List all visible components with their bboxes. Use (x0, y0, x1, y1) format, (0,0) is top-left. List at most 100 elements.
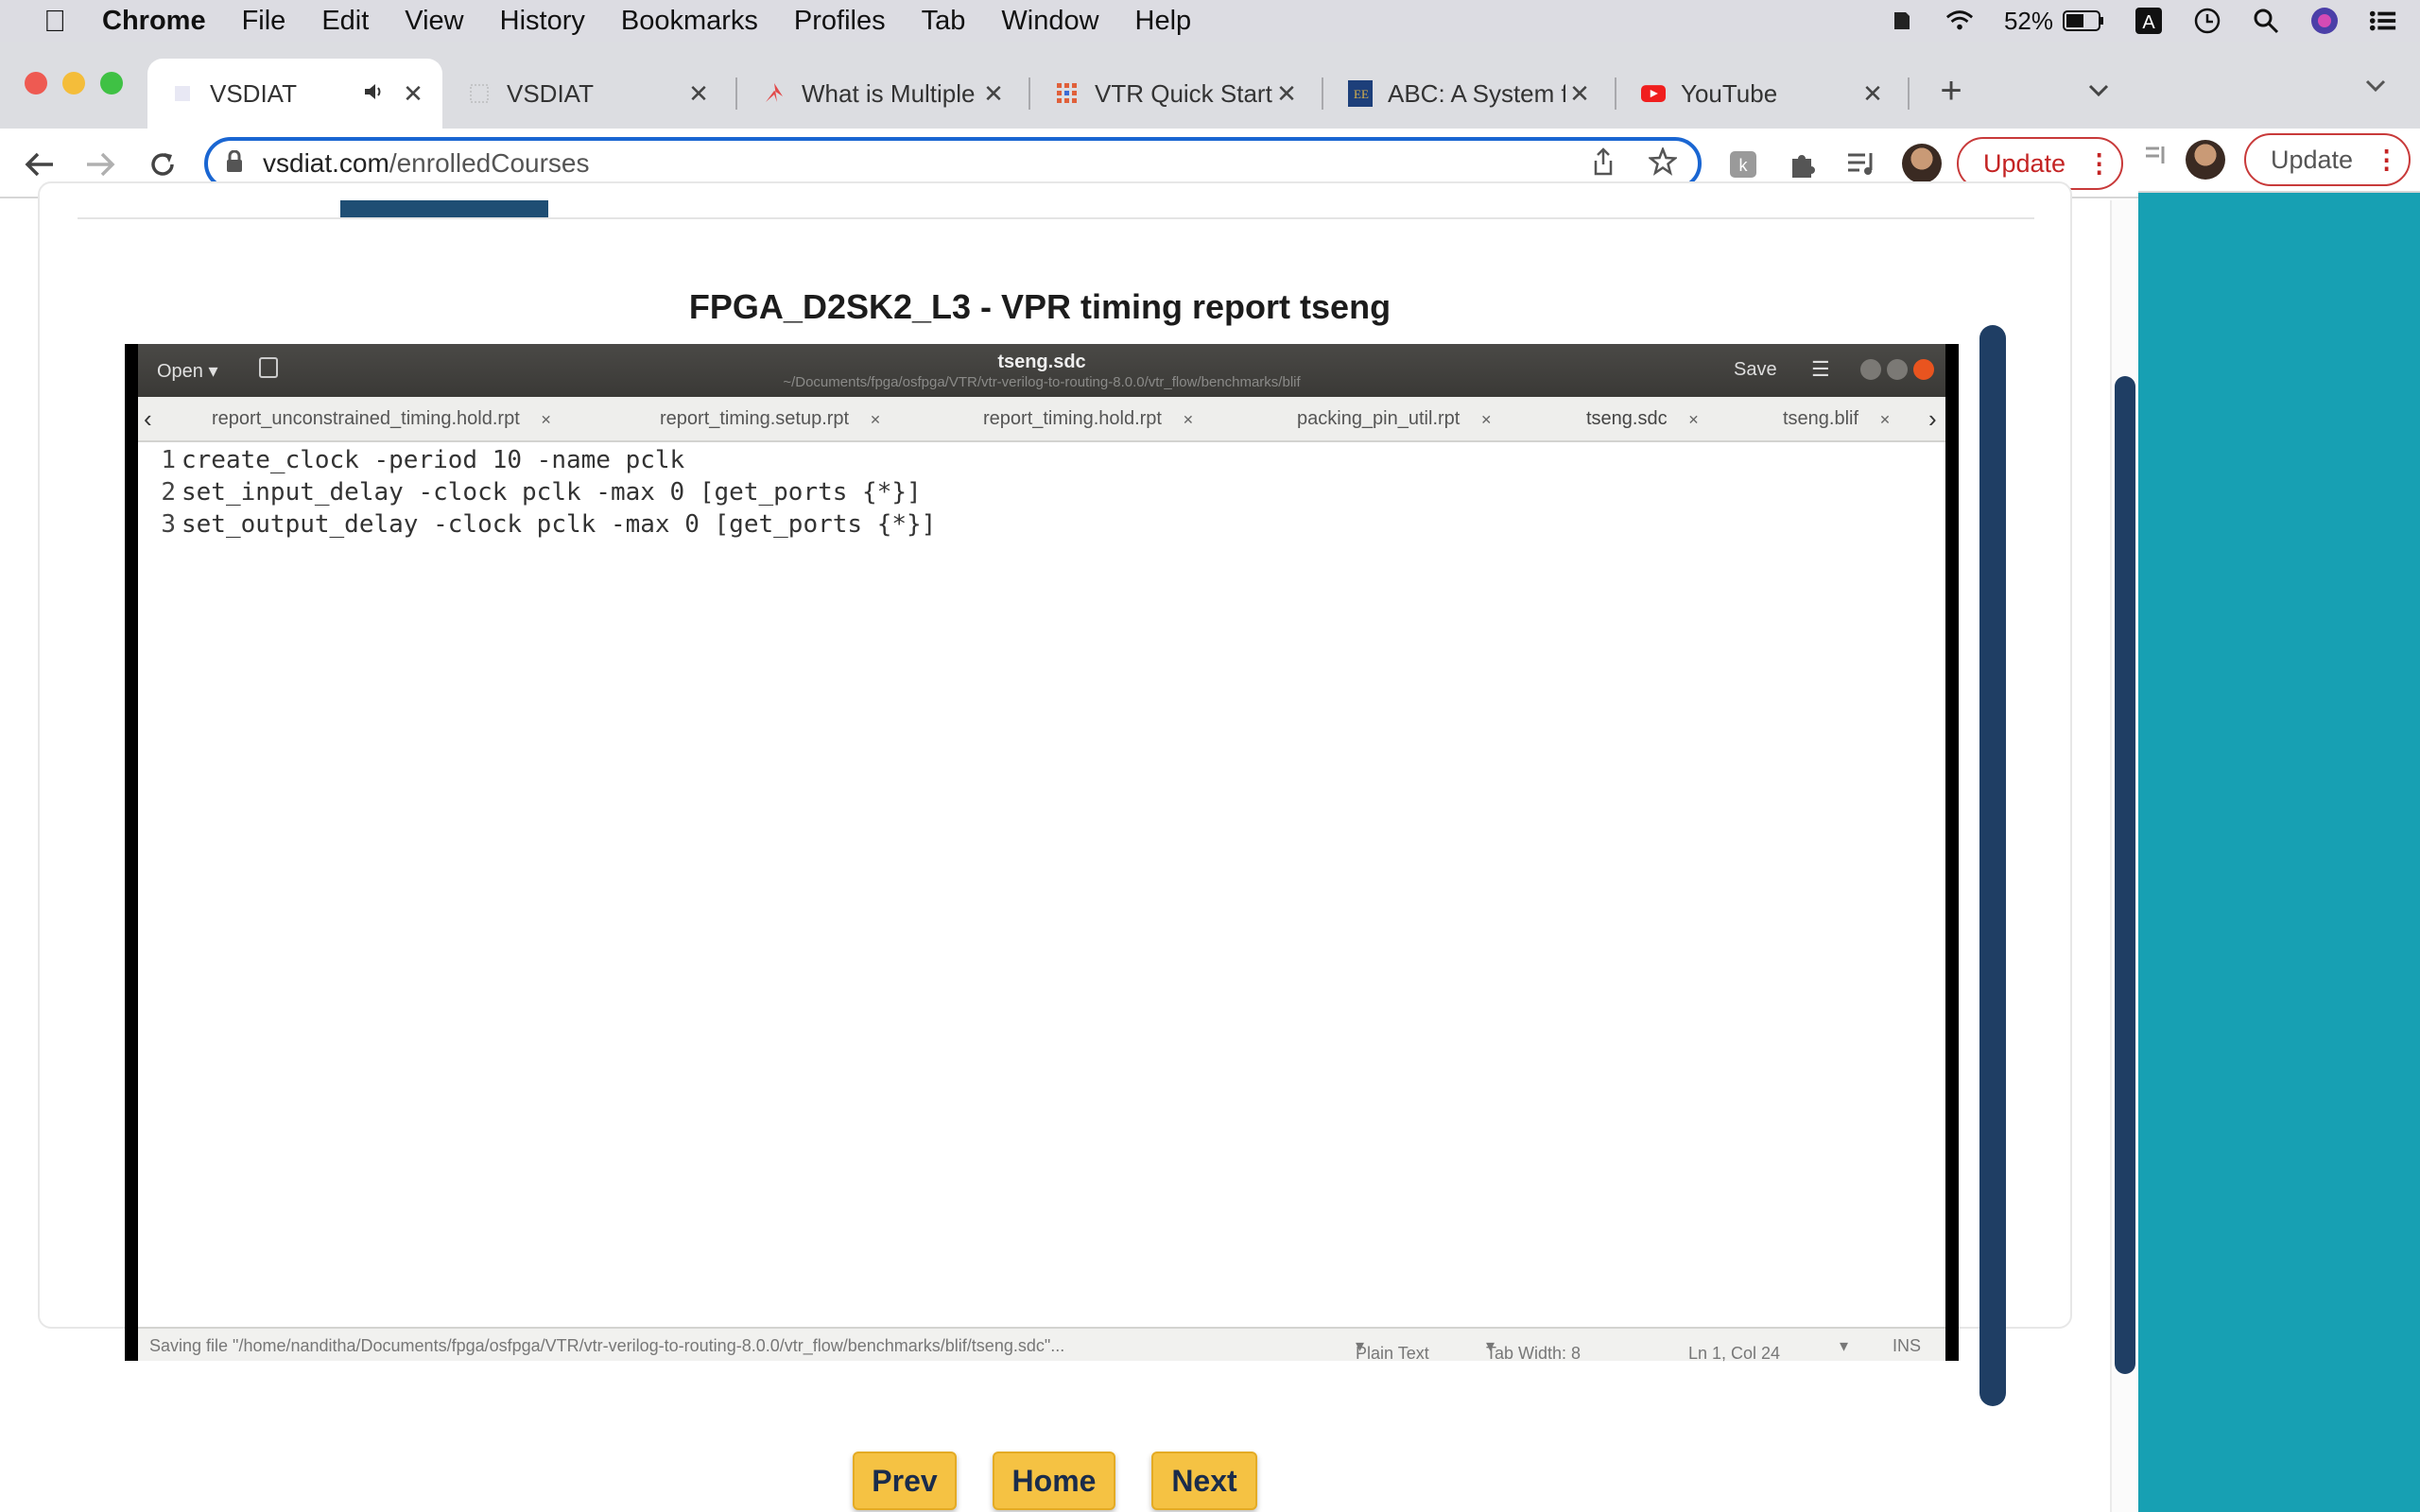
menu-file[interactable]: File (242, 6, 286, 37)
extensions-puzzle-icon[interactable] (1783, 146, 1821, 183)
menu-bookmarks[interactable]: Bookmarks (621, 6, 758, 37)
tab-separator (1908, 77, 1910, 110)
gedit-tab-label: report_timing.hold.rpt (983, 408, 1162, 429)
tab-close-icon[interactable]: ✕ (1858, 79, 1887, 109)
gedit-minimize-icon[interactable] (1860, 359, 1881, 380)
tab-close-icon[interactable]: ✕ (979, 79, 1008, 109)
input-source-icon[interactable]: A (2135, 7, 2163, 35)
window-zoom-button[interactable] (100, 72, 123, 94)
forward-arrow-icon[interactable] (81, 146, 119, 183)
menu-tab[interactable]: Tab (922, 6, 966, 37)
gedit-tab-close-icon[interactable]: ✕ (1183, 412, 1194, 427)
share-icon[interactable] (1592, 146, 1615, 180)
tab-vsdiat-active[interactable]: VSDIAT ✕ (147, 59, 442, 129)
gedit-save-button[interactable]: Save (1734, 359, 1777, 381)
back-arrow-icon[interactable] (21, 146, 59, 183)
macos-menu-bar:  Chrome File Edit View History Bookmark… (0, 0, 2420, 42)
tab-close-icon[interactable]: ✕ (684, 79, 713, 109)
reload-icon[interactable] (144, 146, 182, 183)
apple-menu-icon[interactable]:  (34, 4, 76, 39)
tab-abc-system[interactable]: EE ABC: A System f ✕ (1325, 59, 1609, 129)
gedit-tab-close-icon[interactable]: ✕ (1879, 412, 1891, 427)
gedit-maximize-icon[interactable] (1887, 359, 1908, 380)
gedit-tab-close-icon[interactable]: ✕ (870, 412, 881, 427)
home-button[interactable]: Home (993, 1452, 1115, 1510)
lock-icon[interactable] (225, 149, 244, 178)
menu-help[interactable]: Help (1135, 6, 1192, 37)
more-vertical-icon[interactable]: ⋮ (2086, 149, 2112, 179)
prev-button[interactable]: Prev (853, 1452, 957, 1510)
code-line: 1 create_clock -period 10 -name pclk (138, 446, 936, 478)
new-tab-plus-icon[interactable]: + (1932, 70, 1970, 112)
battery-icon[interactable] (2063, 7, 2104, 35)
line-number: 2 (161, 478, 176, 507)
control-center-icon[interactable] (2369, 7, 2397, 35)
gedit-tab[interactable]: packing_pin_util.rpt ✕ (1297, 408, 1492, 430)
menu-app-name[interactable]: Chrome (102, 6, 206, 37)
wifi-icon[interactable] (1945, 7, 1974, 35)
bookmark-star-icon[interactable] (1647, 146, 1679, 180)
window-minimize-button[interactable] (62, 72, 85, 94)
background-tab-search-chevron-icon[interactable] (2365, 79, 2386, 97)
gedit-tab-width-select[interactable]: Tab Width: 8 ▾ (1486, 1336, 1581, 1363)
tab-title: ABC: A System f (1388, 78, 1565, 108)
profile-avatar[interactable] (1902, 144, 1942, 183)
background-more-vertical-icon[interactable]: ⋮ (2374, 146, 2399, 175)
background-window-content (2138, 193, 2420, 1512)
gedit-tab-close-icon[interactable]: ✕ (1480, 412, 1492, 427)
tab-vsdiat-2[interactable]: VSDIAT ✕ (444, 59, 728, 129)
gedit-hamburger-menu-icon[interactable]: ☰ (1811, 357, 1830, 382)
line-text: set_input_delay -clock pclk -max 0 [get_… (182, 478, 922, 507)
tab-close-icon[interactable]: ✕ (1565, 79, 1594, 109)
gedit-position-dropdown-icon[interactable]: ▾ (1840, 1336, 1848, 1356)
gedit-tab-label: tseng.sdc (1586, 408, 1668, 429)
audio-playing-icon[interactable] (363, 79, 386, 109)
tab-multiple[interactable]: What is Multiple ✕ (739, 59, 1023, 129)
gedit-tab-close-icon[interactable]: ✕ (541, 412, 552, 427)
menu-profiles[interactable]: Profiles (794, 6, 886, 37)
background-update-button[interactable]: Update ⋮ (2244, 133, 2411, 186)
gedit-tab[interactable]: tseng.blif ✕ (1783, 408, 1891, 430)
menu-history[interactable]: History (500, 6, 585, 37)
next-button[interactable]: Next (1151, 1452, 1257, 1510)
menu-window[interactable]: Window (1001, 6, 1098, 37)
tab-youtube[interactable]: YouTube ✕ (1618, 59, 1902, 129)
media-control-icon[interactable] (1843, 146, 1881, 183)
url-domain: vsdiat.com (263, 148, 389, 178)
tab-vtr-quick-start[interactable]: VTR Quick Start ✕ (1032, 59, 1316, 129)
tab-close-icon[interactable]: ✕ (399, 79, 427, 109)
background-profile-avatar[interactable] (2186, 140, 2225, 180)
tab-separator (1028, 77, 1030, 110)
gedit-language-select[interactable]: Plain Text ▾ (1356, 1336, 1429, 1363)
video-player[interactable]: Open ▾ tseng.sdc ~/Documents/fpga/osfpga… (125, 344, 1959, 1363)
gedit-language-label: Plain Text (1356, 1344, 1429, 1363)
siri-icon[interactable] (2310, 7, 2339, 35)
gedit-tab-close-icon[interactable]: ✕ (1688, 412, 1700, 427)
code-line: 2 set_input_delay -clock pclk -max 0 [get… (138, 478, 936, 510)
extension-k-icon[interactable]: k (1724, 146, 1762, 183)
menu-edit[interactable]: Edit (321, 6, 369, 37)
page-scrollbar-thumb[interactable] (2115, 376, 2135, 1374)
spotlight-search-icon[interactable] (2252, 7, 2280, 35)
gedit-tab[interactable]: report_timing.hold.rpt ✕ (983, 408, 1194, 430)
gedit-close-icon[interactable] (1913, 359, 1934, 380)
tab-separator (1615, 77, 1616, 110)
window-close-button[interactable] (25, 72, 47, 94)
gedit-tabs-right-arrow-icon[interactable]: › (1928, 404, 1937, 434)
chrome-window: VSDIAT ✕ VSDIAT ✕ What is Multiple ✕ VTR… (0, 42, 2138, 1512)
evernote-icon[interactable] (1887, 7, 1915, 35)
background-media-control-icon[interactable] (2144, 145, 2167, 176)
clock-icon[interactable] (2193, 7, 2221, 35)
tab-close-icon[interactable]: ✕ (1272, 79, 1301, 109)
menu-view[interactable]: View (405, 6, 463, 37)
gedit-tab-label: packing_pin_util.rpt (1297, 408, 1461, 429)
code-editor[interactable]: 1 create_clock -period 10 -name pclk 2 set… (138, 446, 936, 542)
gedit-tabs-left-arrow-icon[interactable]: ‹ (144, 404, 152, 434)
vsdiat-favicon-icon (467, 81, 492, 106)
gedit-tab-active[interactable]: tseng.sdc ✕ (1586, 408, 1699, 430)
url-text[interactable]: vsdiat.com/enrolledCourses (263, 148, 1592, 179)
gedit-tab[interactable]: report_timing.setup.rpt ✕ (660, 408, 881, 430)
tab-search-chevron-icon[interactable] (2080, 72, 2118, 110)
gedit-tab-label: report_unconstrained_timing.hold.rpt (212, 408, 520, 429)
gedit-tab[interactable]: report_unconstrained_timing.hold.rpt ✕ (212, 408, 552, 430)
